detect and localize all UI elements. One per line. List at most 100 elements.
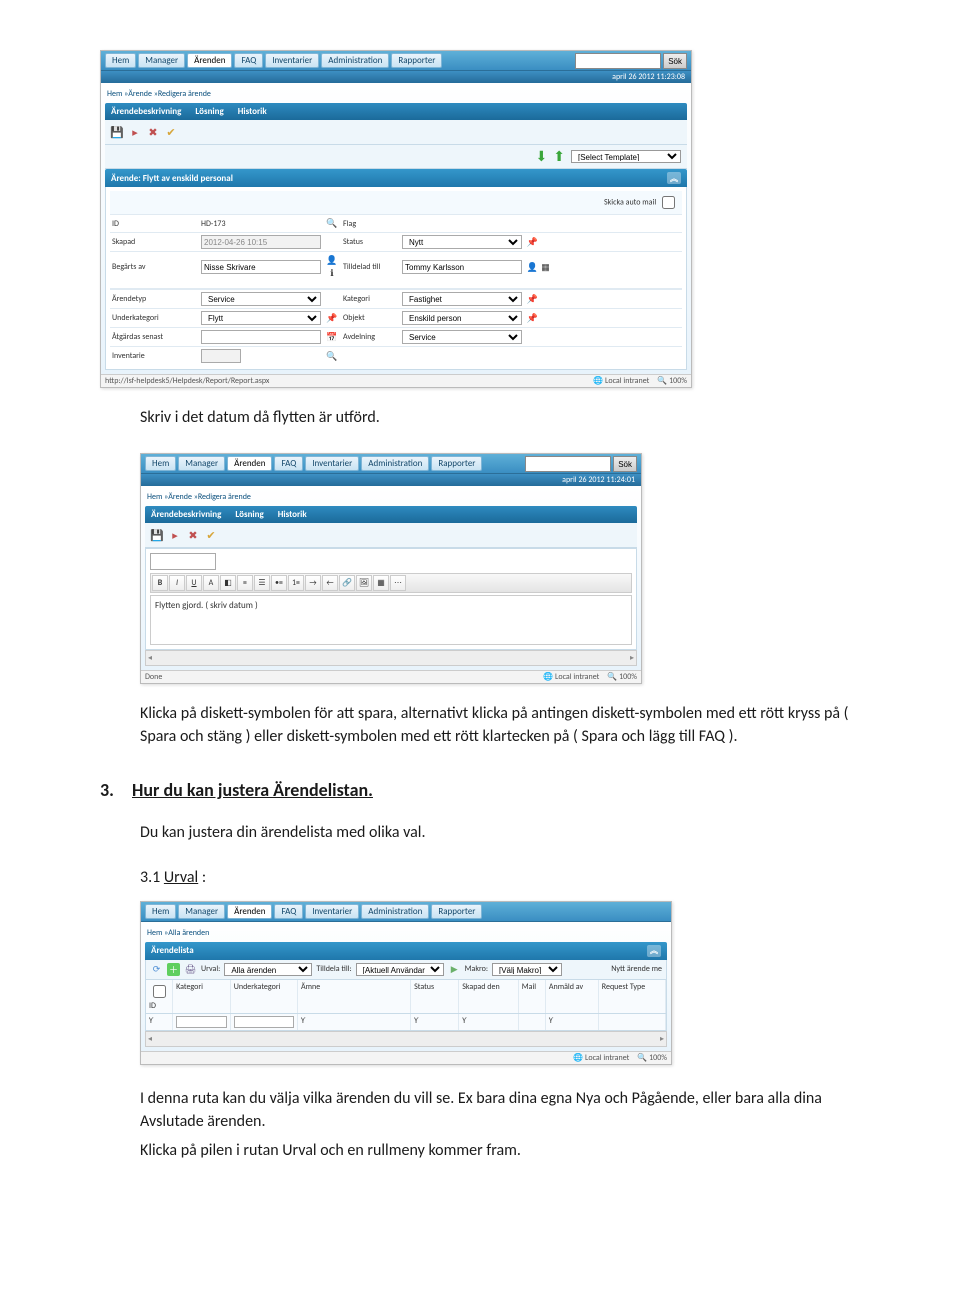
tab2-historik[interactable]: Historik — [278, 509, 307, 520]
kategori-select[interactable]: Fastighet — [402, 292, 522, 306]
nav2-hem[interactable]: Hem — [145, 456, 176, 471]
filter-amne-icon[interactable]: Ƴ — [301, 1016, 305, 1026]
select-all-checkbox[interactable] — [153, 985, 166, 998]
nav2-arenden[interactable]: Ärenden — [227, 456, 272, 471]
auto-mail-checkbox[interactable] — [662, 196, 675, 209]
filter-underkategori[interactable] — [234, 1016, 294, 1028]
tab-losning[interactable]: Lösning — [195, 106, 223, 117]
add-icon[interactable]: ＋ — [167, 963, 180, 976]
filter-skapad-icon[interactable]: Ƴ — [462, 1016, 466, 1026]
nav-manager[interactable]: Manager — [138, 53, 185, 68]
h-scrollbar[interactable]: ◂▸ — [145, 650, 637, 666]
nav3-inventarier[interactable]: Inventarier — [305, 904, 359, 919]
calendar-icon[interactable]: 📅 — [326, 331, 339, 344]
search-icon[interactable]: 🔍 — [326, 217, 339, 230]
nav-rapporter[interactable]: Rapporter — [391, 53, 442, 68]
user-icon[interactable]: 👤 — [326, 254, 339, 267]
pin-icon-2[interactable]: 📌 — [526, 293, 539, 306]
tb-numlist-icon[interactable]: 1≡ — [288, 575, 304, 591]
info-icon[interactable]: ℹ — [326, 267, 339, 280]
col-kategori[interactable]: Kategori — [173, 980, 231, 1013]
tab2-arendebeskrivning[interactable]: Ärendebeskrivning — [151, 509, 221, 520]
search-button-2[interactable]: Sök — [613, 456, 637, 472]
nav2-rapporter[interactable]: Rapporter — [431, 456, 482, 471]
inventarie-search-icon[interactable]: 🔍 — [326, 350, 339, 363]
filter-status-icon[interactable]: Ƴ — [414, 1016, 418, 1026]
flag-icon[interactable]: ▸ — [127, 124, 143, 140]
tb-a-icon[interactable]: A — [203, 575, 219, 591]
arrow-up-icon[interactable]: ⬆ — [553, 148, 565, 165]
tb-align-left-icon[interactable]: ≡ — [237, 575, 253, 591]
tb-indent-icon[interactable]: → — [305, 575, 321, 591]
tb-list-icon[interactable]: •≡ — [271, 575, 287, 591]
nav-faq[interactable]: FAQ — [234, 53, 263, 68]
save-icon[interactable]: 💾 — [109, 124, 125, 140]
editor-small-input[interactable] — [150, 553, 216, 570]
nav2-faq[interactable]: FAQ — [274, 456, 303, 471]
tb-italic-icon[interactable]: I — [169, 575, 185, 591]
tb-underline-icon[interactable]: U — [186, 575, 202, 591]
editor-textarea[interactable]: Flytten gjord. ( skriv datum ) — [150, 595, 632, 645]
nav3-faq[interactable]: FAQ — [274, 904, 303, 919]
nav2-administration[interactable]: Administration — [361, 456, 429, 471]
objekt-select[interactable]: Enskild person — [402, 311, 522, 325]
nav2-manager[interactable]: Manager — [178, 456, 225, 471]
collapse-icon[interactable]: ︽ — [667, 172, 681, 184]
nav2-inventarier[interactable]: Inventarier — [305, 456, 359, 471]
nav-inventarier[interactable]: Inventarier — [265, 53, 319, 68]
tb-bold-icon[interactable]: B — [152, 575, 168, 591]
underkat-select[interactable]: Flytt — [201, 311, 321, 325]
nytt-arende-link[interactable]: Nytt ärende me — [611, 964, 662, 974]
macro-icon[interactable]: ▶ — [448, 963, 461, 976]
collapse-icon-3[interactable]: ︽ — [647, 945, 661, 957]
print-icon[interactable]: 🖨 — [184, 963, 197, 976]
tb-outdent-icon[interactable]: ← — [322, 575, 338, 591]
h-scrollbar-3[interactable]: ◂▸ — [145, 1031, 667, 1047]
nav-arenden[interactable]: Ärenden — [187, 53, 232, 68]
nav-administration[interactable]: Administration — [321, 53, 389, 68]
nav3-rapporter[interactable]: Rapporter — [431, 904, 482, 919]
tilldelad-input[interactable] — [402, 260, 522, 274]
nav-hem[interactable]: Hem — [105, 53, 136, 68]
tilldela-select[interactable]: [Aktuell Användare] — [356, 963, 444, 976]
save-close-icon-2[interactable]: ✖ — [185, 527, 201, 543]
tb-more-icon[interactable]: ⋯ — [390, 575, 406, 591]
col-amne[interactable]: Ämne — [298, 980, 411, 1013]
template-select[interactable]: [Select Template] — [571, 150, 681, 163]
flag-icon-2[interactable]: ▸ — [167, 527, 183, 543]
search-input[interactable] — [575, 53, 661, 69]
makro-select[interactable]: [Välj Makro] — [492, 963, 562, 976]
col-underkategori[interactable]: Underkategori — [231, 980, 298, 1013]
pin-icon-4[interactable]: 📌 — [526, 312, 539, 325]
filter-id-icon[interactable]: Ƴ — [149, 1016, 153, 1026]
search-button[interactable]: Sök — [663, 53, 687, 69]
tb-image-icon[interactable]: 🖼 — [356, 575, 372, 591]
pin-icon[interactable]: 📌 — [526, 236, 539, 249]
begarts-input[interactable] — [201, 260, 321, 274]
tb-table-icon[interactable]: ▦ — [373, 575, 389, 591]
status-select[interactable]: Nytt — [402, 235, 522, 249]
save-faq-icon-2[interactable]: ✔ — [203, 527, 219, 543]
tb-align-center-icon[interactable]: ☰ — [254, 575, 270, 591]
atgardas-input[interactable] — [201, 330, 321, 344]
col-request[interactable]: Request Type — [599, 980, 666, 1013]
nav3-manager[interactable]: Manager — [178, 904, 225, 919]
nav3-arenden[interactable]: Ärenden — [227, 904, 272, 919]
nav3-hem[interactable]: Hem — [145, 904, 176, 919]
save-faq-icon[interactable]: ✔ — [163, 124, 179, 140]
arrow-down-icon[interactable]: ⬇ — [536, 148, 548, 165]
filter-anmald-icon[interactable]: Ƴ — [549, 1016, 553, 1026]
card-icon[interactable]: ▦ — [539, 261, 552, 274]
arendetyp-select[interactable]: Service — [201, 292, 321, 306]
save-close-icon[interactable]: ✖ — [145, 124, 161, 140]
tab-historik[interactable]: Historik — [238, 106, 267, 117]
user-icon-2[interactable]: 👤 — [526, 261, 539, 274]
col-id[interactable]: ID — [149, 1001, 156, 1011]
filter-kategori[interactable] — [176, 1016, 227, 1028]
col-skapad[interactable]: Skapad den — [459, 980, 519, 1013]
urval-select[interactable]: Alla ärenden — [224, 963, 312, 976]
nav3-administration[interactable]: Administration — [361, 904, 429, 919]
search-input-2[interactable] — [525, 456, 611, 472]
save-icon-2[interactable]: 💾 — [149, 527, 165, 543]
col-mail[interactable]: Mail — [519, 980, 546, 1013]
